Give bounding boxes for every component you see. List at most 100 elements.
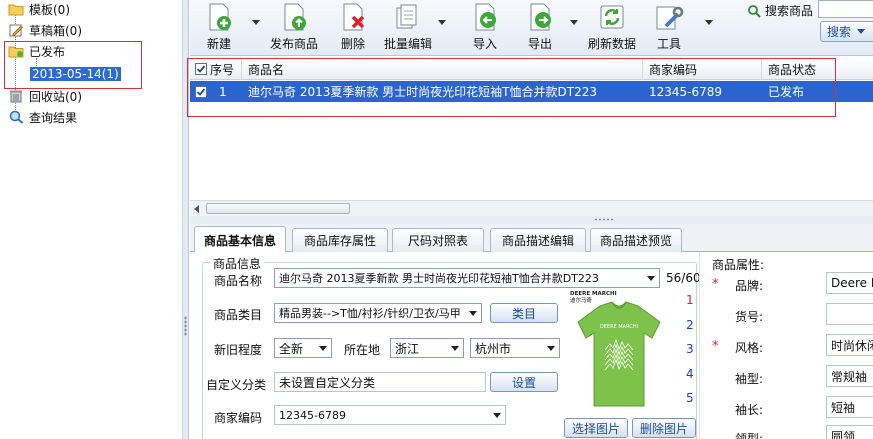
image-slot-number[interactable]: 2	[686, 318, 694, 332]
search-label: 搜索商品	[747, 2, 813, 19]
tools-button[interactable]: 工具	[654, 2, 684, 54]
image-slot-number[interactable]: 5	[686, 391, 694, 405]
tab-description-edit[interactable]: 商品描述编辑	[490, 228, 586, 252]
draft-edit-icon	[9, 24, 23, 37]
product-info-legend: 商品信息	[210, 255, 265, 272]
search-result-icon	[9, 110, 24, 124]
property-value-sleeve-length[interactable]: 短袖	[826, 396, 873, 418]
product-grid: 序号 商品名 商家编码 商品状态 1 迪尔马奇 2013夏季新款 男士时尚夜光印…	[187, 58, 873, 216]
city-select[interactable]: 杭州市	[470, 338, 560, 358]
property-value-collar[interactable]: 圆领	[826, 425, 873, 439]
category-label: 商品类目	[214, 308, 263, 322]
new-dropdown-arrow[interactable]	[252, 20, 260, 25]
tree-item-label: 回收站(0)	[29, 89, 82, 104]
batch-edit-dropdown-arrow[interactable]	[438, 20, 446, 25]
custom-category-set-button[interactable]: 设置	[490, 372, 558, 392]
tab-stock-attributes[interactable]: 商品库存属性	[292, 228, 388, 252]
tab-basic-info[interactable]: 商品基本信息	[194, 226, 286, 253]
image-brand-text: DEERE MARCHI	[570, 291, 617, 297]
category-button[interactable]: 类目	[490, 303, 558, 323]
horizontal-splitter[interactable]	[190, 216, 873, 224]
tree-item-recycle-bin[interactable]: 回收站(0)	[8, 87, 82, 105]
publish-icon	[284, 3, 306, 31]
required-marker: *	[712, 339, 719, 354]
chevron-down-icon	[647, 276, 655, 281]
image-slot-number[interactable]: 4	[686, 367, 694, 381]
delete-icon	[343, 3, 365, 31]
horizontal-scrollbar[interactable]	[190, 200, 873, 216]
search-button[interactable]: 搜索	[820, 21, 873, 42]
delete-image-button[interactable]: 删除图片	[632, 418, 696, 438]
category-select[interactable]: 精品男装-->T恤/衬衫/针织/卫衣/马甲	[274, 303, 482, 323]
main-toolbar: 新建 发布商品 删除 批量编辑 导入 导出 刷新数据 工具 搜索商品 搜索	[190, 0, 873, 56]
basic-info-form: 商品信息 商品名称 迪尔马奇 2013夏季新款 男士时尚夜光印花短袖T恤合并款D…	[190, 252, 873, 439]
product-image[interactable]: DEERE MARCHI 迪尔马奇 DEERE MARCHI	[566, 288, 672, 418]
image-slot-number[interactable]: 3	[686, 342, 694, 356]
property-value-item-number[interactable]	[826, 303, 873, 325]
merchant-code-label: 商家编码	[214, 411, 263, 425]
detail-tabs: 商品基本信息 商品库存属性 尺码对照表 商品描述编辑 商品描述预览	[190, 224, 873, 253]
property-value-sleeve-type[interactable]: 常规袖	[826, 365, 873, 387]
property-value-brand[interactable]: Deere Ma	[826, 272, 873, 294]
new-button[interactable]: 新建	[204, 2, 234, 54]
refresh-button[interactable]: 刷新数据	[588, 2, 636, 54]
product-name-input[interactable]: 迪尔马奇 2013夏季新款 男士时尚夜光印花短袖T恤合并款DT223	[274, 268, 660, 288]
property-label: 品牌:	[735, 279, 764, 293]
tree-item-label: 模板(0)	[29, 2, 70, 17]
import-button[interactable]: 导入	[470, 2, 500, 54]
condition-label: 新旧程度	[214, 343, 263, 357]
refresh-icon	[600, 5, 624, 29]
property-value-style[interactable]: 时尚休闲	[826, 334, 873, 356]
delete-button[interactable]: 删除	[338, 2, 368, 54]
image-slot-number[interactable]: 1	[686, 293, 694, 307]
tab-size-chart[interactable]: 尺码对照表	[392, 228, 484, 252]
custom-category-field[interactable]: 未设置自定义分类	[274, 372, 486, 392]
select-image-button[interactable]: 选择图片	[564, 418, 628, 438]
splitter-grip	[594, 218, 614, 221]
tools-icon	[656, 6, 684, 30]
highlight-box	[4, 41, 142, 89]
scrollbar-thumb[interactable]	[206, 203, 350, 214]
scroll-left-icon[interactable]	[194, 205, 199, 213]
merchant-code-input[interactable]: 12345-6789	[274, 405, 506, 425]
search-icon	[748, 4, 761, 18]
name-label: 商品名称	[214, 274, 263, 288]
property-label: 袖型:	[735, 372, 764, 386]
chevron-down-icon	[547, 346, 555, 351]
image-brand-cn-text: 迪尔马奇	[570, 296, 593, 304]
category-tree: 模板(0) 草稿箱(0) 已发布 2013-05-14(1) 回收站(0) 查询…	[0, 0, 183, 439]
batch-edit-icon	[396, 4, 417, 29]
tools-dropdown-arrow[interactable]	[705, 20, 713, 25]
chevron-down-icon	[451, 346, 459, 351]
tree-item-label: 查询结果	[29, 110, 78, 125]
tree-item-templates[interactable]: 模板(0)	[8, 0, 70, 18]
tree-item-label: 草稿箱(0)	[29, 23, 82, 38]
export-icon	[530, 3, 551, 31]
required-marker: *	[712, 277, 719, 292]
properties-divider	[699, 252, 700, 439]
property-label: 风格:	[735, 341, 764, 355]
batch-edit-button[interactable]: 批量编辑	[384, 2, 432, 54]
chevron-down-icon	[493, 413, 501, 418]
folder-icon	[8, 4, 24, 16]
chevron-down-icon	[319, 346, 327, 351]
tree-item-drafts[interactable]: 草稿箱(0)	[8, 21, 82, 39]
search-input[interactable]	[818, 0, 873, 18]
location-label: 所在地	[344, 343, 381, 357]
chevron-down-icon	[469, 311, 477, 316]
chevron-down-icon	[857, 29, 866, 34]
custom-category-label: 自定义分类	[206, 378, 267, 392]
tab-description-preview[interactable]: 商品描述预览	[590, 228, 682, 252]
properties-title: 商品属性:	[712, 258, 765, 272]
export-button[interactable]: 导出	[525, 2, 555, 54]
import-icon	[475, 3, 496, 31]
condition-select[interactable]: 全新	[274, 338, 332, 358]
publish-button[interactable]: 发布商品	[270, 2, 318, 54]
province-select[interactable]: 浙江	[390, 338, 464, 358]
tree-item-search-results[interactable]: 查询结果	[8, 108, 77, 126]
property-label: 袖长:	[735, 403, 764, 417]
export-dropdown-arrow[interactable]	[570, 20, 578, 25]
splitter-grip	[184, 316, 187, 336]
shirt-print-text: DEERE MARCHI	[600, 324, 638, 330]
name-length-counter: 56/60	[666, 271, 701, 285]
